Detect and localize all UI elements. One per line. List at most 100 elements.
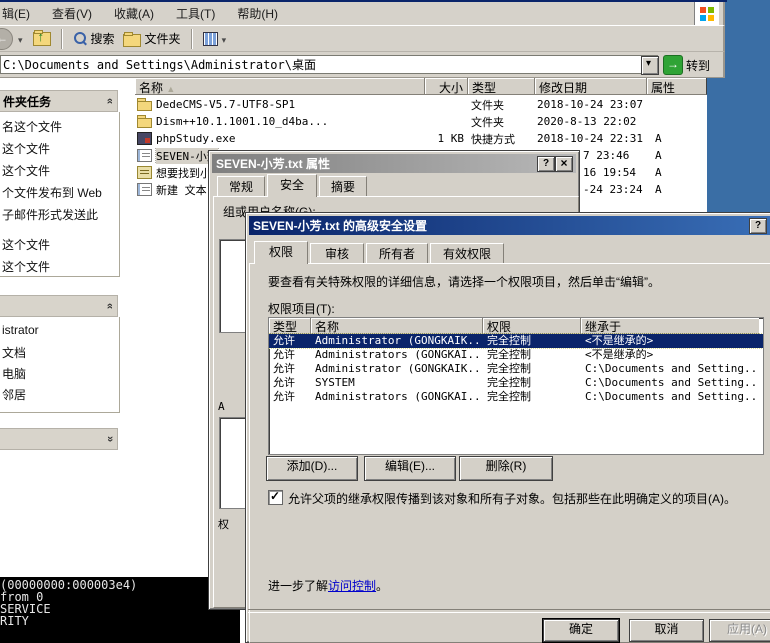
text-file-icon <box>137 183 152 196</box>
search-label: 搜索 <box>91 30 115 47</box>
permission-list-sliver <box>219 417 247 509</box>
task-copy-file[interactable]: 这个文件 <box>2 162 50 179</box>
acl-header-name[interactable]: 名称 <box>311 318 483 334</box>
access-control-link[interactable]: 访问控制 <box>328 579 376 593</box>
header-attr[interactable]: 属性 <box>647 78 707 95</box>
ok-button[interactable]: 确定 <box>543 619 619 642</box>
acl-row[interactable]: 允许 Administrators (GONGKAI... 完全控制 C:\Do… <box>269 390 763 404</box>
other-places-header[interactable] <box>0 295 118 317</box>
folder-tasks-title: 件夹任务 <box>3 93 51 110</box>
task-move-file[interactable]: 这个文件 <box>2 140 50 157</box>
tab-auditing[interactable]: 审核 <box>310 243 364 263</box>
tab-general[interactable]: 常规 <box>217 176 265 196</box>
task-rename-file[interactable]: 名这个文件 <box>2 118 62 135</box>
header-type[interactable]: 类型 <box>468 78 535 95</box>
advanced-titlebar: SEVEN-小芳.txt 的高级安全设置 <box>249 216 770 235</box>
windows-logo-icon <box>694 2 719 25</box>
help-button[interactable] <box>749 218 767 234</box>
acl-header-type[interactable]: 类型 <box>269 318 311 334</box>
folder-icon <box>137 101 152 111</box>
acl-row[interactable]: 允许 Administrator (GONGKAIK... 完全控制 C:\Do… <box>269 362 763 376</box>
file-name: 新建 文本 <box>156 182 207 198</box>
address-dropdown-button[interactable] <box>641 56 659 75</box>
text-fragment: A <box>218 400 225 413</box>
tab-security[interactable]: 安全 <box>267 174 317 197</box>
text-fragment: 权 <box>218 516 229 532</box>
task-delete-file[interactable]: 这个文件 <box>2 258 50 275</box>
menu-view[interactable]: 查看(V) <box>52 5 92 22</box>
file-name: DedeCMS-V5.7-UTF8-SP1 <box>156 98 295 111</box>
task-pane: 件夹任务 名这个文件 这个文件 这个文件 个文件发布到 Web 子邮件形式发送此… <box>0 78 135 643</box>
file-name: phpStudy.exe <box>156 132 235 145</box>
tab-effective-permissions[interactable]: 有效权限 <box>430 243 504 263</box>
tab-summary[interactable]: 摘要 <box>319 176 367 196</box>
details-header[interactable] <box>0 428 118 450</box>
advanced-title: SEVEN-小芳.txt 的高级安全设置 <box>253 217 427 234</box>
menu-favorites[interactable]: 收藏(A) <box>114 5 154 22</box>
apply-button[interactable]: 应用(A) <box>709 619 770 642</box>
place-network[interactable]: 邻居 <box>2 386 26 403</box>
search-icon <box>73 32 87 46</box>
header-name[interactable]: 名称 ▲ <box>135 78 425 95</box>
collapse-icon[interactable] <box>107 95 113 107</box>
go-arrow-icon <box>663 55 683 75</box>
folders-button[interactable]: 文件夹 <box>119 28 185 49</box>
menu-help[interactable]: 帮助(H) <box>237 5 278 22</box>
permission-entries-label: 权限项目(T): <box>268 300 335 317</box>
console-window[interactable]: (00000000:000003e4) from 0 SERVICE RITY <box>0 577 240 643</box>
header-date[interactable]: 修改日期 <box>535 78 647 95</box>
cancel-button[interactable]: 取消 <box>629 619 704 642</box>
help-button[interactable] <box>537 156 555 172</box>
file-name: 想要找到小 <box>156 165 211 181</box>
sort-asc-icon: ▲ <box>166 84 175 94</box>
back-button-icon[interactable] <box>0 28 13 50</box>
console-line: RITY <box>0 615 240 627</box>
header-size[interactable]: 大小 <box>425 78 468 95</box>
tab-owner[interactable]: 所有者 <box>366 243 428 263</box>
back-dropdown-icon[interactable] <box>18 32 23 46</box>
delete-button[interactable]: 删除(R) <box>459 456 553 481</box>
place-administrator[interactable]: istrator <box>2 323 39 337</box>
expand-icon[interactable] <box>107 433 113 445</box>
permission-entries-table: 类型 名称 权限 继承于 允许 Administrator (GONGKAIK.… <box>268 317 764 455</box>
up-folder-icon <box>33 32 51 46</box>
folders-label: 文件夹 <box>145 30 181 47</box>
description-text: 要查看有关特殊权限的详细信息，请选择一个权限项目，然后单击“编辑”。 <box>268 273 660 290</box>
address-input[interactable] <box>0 55 658 74</box>
go-button[interactable]: 转到 <box>663 55 710 75</box>
views-dropdown-icon <box>222 32 227 46</box>
up-button[interactable] <box>29 30 55 48</box>
acl-row[interactable]: 允许 SYSTEM 完全控制 C:\Documents and Setting.… <box>269 376 763 390</box>
acl-header-permission[interactable]: 权限 <box>483 318 581 334</box>
menu-edit[interactable]: 辑(E) <box>2 5 30 22</box>
task-print-file[interactable]: 这个文件 <box>2 236 50 253</box>
toolbar-separator <box>191 29 193 49</box>
place-my-computer[interactable]: 电脑 <box>2 365 26 382</box>
place-my-documents[interactable]: 文档 <box>2 344 26 361</box>
address-bar: 转到 <box>0 52 725 78</box>
console-line: SERVICE <box>0 603 240 615</box>
edit-button[interactable]: 编辑(E)... <box>364 456 456 481</box>
folders-icon <box>123 34 141 47</box>
add-button[interactable]: 添加(D)... <box>266 456 358 481</box>
acl-header-inherited-from[interactable]: 继承于 <box>581 318 759 334</box>
views-button[interactable] <box>199 30 231 48</box>
folder-tasks-header[interactable]: 件夹任务 <box>0 90 118 112</box>
close-button[interactable] <box>555 156 573 172</box>
search-button[interactable]: 搜索 <box>69 28 119 49</box>
tab-permissions[interactable]: 权限 <box>254 241 308 264</box>
file-row[interactable]: phpStudy.exe 1 KB 快捷方式 2018-10-24 22:31 … <box>135 130 707 147</box>
collapse-icon[interactable] <box>107 300 113 312</box>
task-publish-web[interactable]: 个文件发布到 Web <box>2 184 102 201</box>
file-row[interactable]: DedeCMS-V5.7-UTF8-SP1 文件夹 2018-10-24 23:… <box>135 96 707 113</box>
advanced-security-dialog: SEVEN-小芳.txt 的高级安全设置 权限 审核 所有者 有效权限 要查看有… <box>245 212 770 643</box>
file-row[interactable]: Dism++10.1.1001.10_d4ba... 文件夹 2020-8-13… <box>135 113 707 130</box>
go-label: 转到 <box>686 57 710 74</box>
acl-row[interactable]: 允许 Administrators (GONGKAI... 完全控制 <不是继承… <box>269 348 763 362</box>
folder-icon <box>137 118 152 128</box>
acl-row-selected[interactable]: 允许 Administrator (GONGKAIK... 完全控制 <不是继承… <box>269 334 763 348</box>
inherit-checkbox[interactable] <box>268 490 283 505</box>
acl-column-headers: 类型 名称 权限 继承于 <box>269 318 763 334</box>
menu-tools[interactable]: 工具(T) <box>176 5 215 22</box>
task-email-file[interactable]: 子邮件形式发送此 <box>2 206 98 223</box>
